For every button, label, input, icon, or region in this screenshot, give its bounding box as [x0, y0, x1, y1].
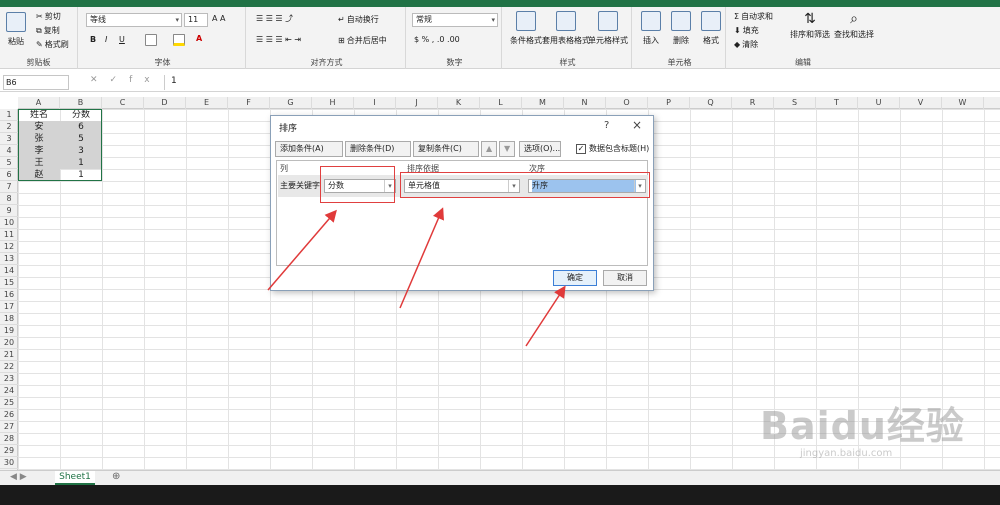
taskbar — [0, 485, 1000, 505]
arrow-to-column — [267, 209, 337, 291]
tab-nav-icon[interactable]: ◀ ▶ — [10, 472, 27, 482]
watermark-brand: Baidu经验 — [760, 404, 965, 448]
watermark: Baidu经验 jingyan.baidu.com — [760, 395, 970, 475]
add-sheet-icon[interactable]: ⊕ — [112, 471, 120, 482]
tab-sheet1[interactable]: Sheet1 — [55, 471, 95, 485]
arrow-to-sort-on — [399, 207, 444, 309]
arrow-to-ok — [525, 285, 566, 347]
